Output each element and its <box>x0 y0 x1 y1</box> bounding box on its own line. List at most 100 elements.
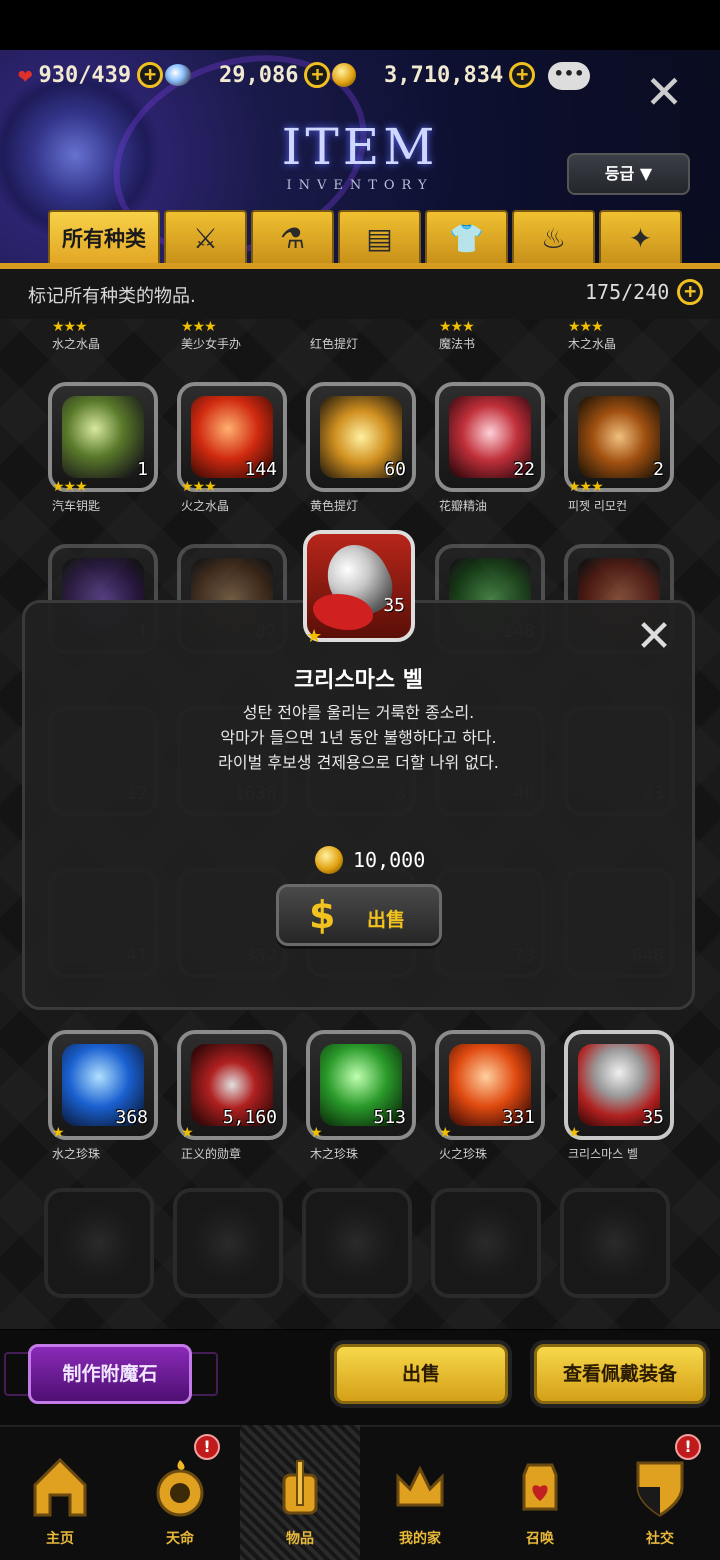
empty-slot[interactable] <box>173 1188 283 1298</box>
nav-label: 天命 <box>166 1531 194 1547</box>
item-slot-justice-medal[interactable]: 5,160 <box>177 1030 287 1140</box>
item-name: 正义的勋章 <box>181 1147 242 1161</box>
inventory-subbar: 标记所有种类的物品. 175/240 + <box>0 269 720 319</box>
inventory-count-value: 175/240 <box>585 280 670 304</box>
star-rating: ★★★ <box>181 479 217 495</box>
tab-equipment[interactable]: ⚔ <box>164 210 247 264</box>
flask-icon: ⚗ <box>279 221 306 255</box>
summon-icon <box>522 1463 558 1511</box>
item-slot-fidget-remote[interactable]: 2 <box>564 382 674 492</box>
item-qty: 144 <box>244 459 277 480</box>
empty-slot[interactable] <box>560 1188 670 1298</box>
star-rating: ★★★ <box>568 479 604 495</box>
gem-icon <box>165 64 191 86</box>
shield-icon <box>636 1461 684 1517</box>
nav-items[interactable]: 物品 <box>240 1425 360 1560</box>
item-slot-petal-oil[interactable]: 22 <box>435 382 545 492</box>
popup-item-description: 성탄 전야를 울리는 거룩한 종소리. 악마가 들으면 1년 동안 불행하다고 … <box>22 700 695 775</box>
add-stamina-button[interactable]: + <box>137 62 164 88</box>
nav-my-home[interactable]: 我的家 <box>360 1425 480 1560</box>
expand-inventory-button[interactable]: + <box>677 279 704 305</box>
coin-icon <box>332 63 356 87</box>
item-name: 火之水晶 <box>181 499 230 513</box>
item-qty: 368 <box>115 1107 148 1128</box>
item-name: 花瓣精油 <box>439 499 488 513</box>
item-name: 红色提灯 <box>310 337 359 351</box>
item-qty: 2 <box>653 459 664 480</box>
add-gems-button[interactable]: + <box>304 62 331 88</box>
item-name: 木之珍珠 <box>310 1147 359 1161</box>
nav-social[interactable]: 社交 ! <box>600 1425 720 1560</box>
gold-value: 3,710,834 <box>384 62 504 88</box>
items-icon <box>282 1460 318 1515</box>
gem-value: 29,086 <box>219 62 299 88</box>
empty-slot[interactable] <box>302 1188 412 1298</box>
inventory-hint: 标记所有种类的物品. <box>28 286 196 307</box>
stamina-value: 930/439 <box>38 62 132 88</box>
item-slot-fire-pearl[interactable]: 331 <box>435 1030 545 1140</box>
coin-icon <box>315 846 343 874</box>
item-qty: 5,160 <box>222 1107 277 1128</box>
item-name: 黄色提灯 <box>310 499 359 513</box>
add-gold-button[interactable]: + <box>509 62 536 88</box>
locked-slot-icon <box>187 1202 269 1284</box>
item-slot-wood-pearl[interactable]: 513 <box>306 1030 416 1140</box>
car-key-icon <box>62 396 144 478</box>
item-slot-water-pearl[interactable]: 368 <box>48 1030 158 1140</box>
nav-label: 物品 <box>286 1531 314 1547</box>
empty-slot[interactable] <box>44 1188 154 1298</box>
star-rating: ★★★ <box>439 319 475 335</box>
item-name: 木之水晶 <box>568 337 617 351</box>
tab-all[interactable]: 所有种类 <box>48 210 160 264</box>
item-slot-car-key[interactable]: 1 <box>48 382 158 492</box>
view-equipped-button[interactable]: 查看佩戴装备 <box>534 1344 706 1404</box>
nav-destiny[interactable]: 天命 ! <box>120 1425 240 1560</box>
popup-sell-button[interactable]: $ 出售 <box>276 884 442 946</box>
empty-slot[interactable] <box>431 1188 541 1298</box>
tab-runes[interactable]: ✦ <box>599 210 682 264</box>
tab-potions[interactable]: ⚗ <box>251 210 334 264</box>
star-rating: ★ <box>310 1125 323 1141</box>
nav-label: 召唤 <box>526 1531 554 1547</box>
nav-home[interactable]: 主页 <box>0 1425 120 1560</box>
description-line: 라이벌 후보생 견제용으로 더할 나위 없다. <box>218 753 499 772</box>
description-line: 성탄 전야를 울리는 거룩한 종소리. <box>242 703 475 722</box>
item-name: 美少女手办 <box>181 337 242 351</box>
item-slot-fire-crystal[interactable]: 144 <box>177 382 287 492</box>
star-rating: ★ <box>439 1125 452 1141</box>
tab-costume[interactable]: 👕 <box>425 210 508 264</box>
card-icon: ▤ <box>366 221 393 255</box>
star-rating: ★ <box>52 1125 65 1141</box>
item-name: 水之水晶 <box>52 337 101 351</box>
remote-icon <box>578 396 660 478</box>
item-name: 크리스마스 벨 <box>568 1147 639 1161</box>
close-icon[interactable]: ✕ <box>644 69 684 115</box>
tab-all-label: 所有种类 <box>62 227 146 251</box>
tab-consumables[interactable]: ♨ <box>512 210 595 264</box>
sell-price: 10,000 <box>315 846 425 874</box>
item-slot-christmas-bell[interactable]: 35 <box>564 1030 674 1140</box>
nav-summon[interactable]: 召唤 <box>480 1425 600 1560</box>
stamina-counter: ❤ 930/439 + <box>18 60 164 90</box>
nav-label: 主页 <box>46 1531 74 1547</box>
popup-sell-label: 出售 <box>367 909 406 931</box>
star-rating: ★★★ <box>52 319 88 335</box>
item-slot-yellow-lantern[interactable]: 60 <box>306 382 416 492</box>
rune-icon: ✦ <box>628 221 653 255</box>
description-line: 악마가 들으면 1년 동안 불행하다고 하다. <box>220 728 497 747</box>
notification-badge: ! <box>675 1434 701 1460</box>
destiny-icon <box>156 1460 204 1517</box>
item-qty: 331 <box>502 1107 535 1128</box>
page-title: ITEM <box>281 118 439 176</box>
close-icon[interactable]: ✕ <box>634 615 674 659</box>
sell-button[interactable]: 出售 <box>334 1344 508 1404</box>
item-qty: 1 <box>137 459 148 480</box>
popup-item-qty: 35 <box>383 595 405 616</box>
craft-enchant-stone-button[interactable]: 制作附魔石 <box>28 1344 192 1404</box>
star-rating: ★ <box>181 1125 194 1141</box>
tab-cards[interactable]: ▤ <box>338 210 421 264</box>
shirt-icon: 👕 <box>449 221 484 255</box>
chat-icon[interactable]: ••• <box>548 62 590 90</box>
grade-sort-button[interactable]: 등급 ▼ <box>567 153 690 195</box>
sell-price-value: 10,000 <box>353 848 426 872</box>
